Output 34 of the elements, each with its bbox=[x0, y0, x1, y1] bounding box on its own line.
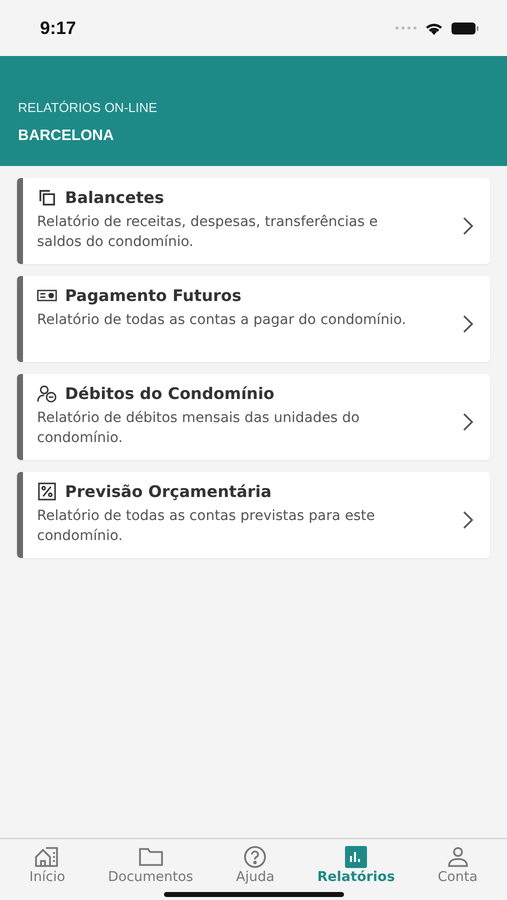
report-card[interactable]: Débitos do Condomínio Relatório de débitos mensais das unidades do condomínio. bbox=[17, 374, 490, 460]
report-title: Previsão Orçamentária bbox=[65, 482, 272, 501]
chevron-right-icon bbox=[462, 216, 474, 236]
home-icon bbox=[34, 846, 60, 868]
report-title: Pagamento Futuros bbox=[65, 286, 242, 305]
person-minus-icon bbox=[37, 384, 57, 403]
chevron-right-icon bbox=[462, 412, 474, 432]
tab-item[interactable]: Ajuda bbox=[230, 839, 280, 900]
tab-item[interactable]: Conta bbox=[432, 839, 484, 900]
report-card[interactable]: Previsão Orçamentária Relatório de todas as contas previstas para este condomínio. bbox=[17, 472, 490, 558]
report-title: Balancetes bbox=[65, 188, 164, 207]
header-subtitle: RELATÓRIOS ON-LINE bbox=[18, 100, 158, 115]
report-title: Débitos do Condomínio bbox=[65, 384, 274, 403]
chevron-right-icon bbox=[462, 510, 474, 530]
chevron-right-icon bbox=[462, 314, 474, 334]
copy-icon bbox=[37, 188, 57, 207]
report-description: Relatório de todas as contas a pagar do condomínio. bbox=[37, 311, 407, 330]
tab-item[interactable]: Documentos bbox=[102, 839, 200, 900]
header-title: BARCELONA bbox=[18, 127, 115, 144]
wifi-icon bbox=[425, 22, 443, 34]
report-description: Relatório de todas as contas previstas para este condomínio. bbox=[37, 507, 376, 546]
report-description: Relatório de débitos mensais das unidades do condomínio. bbox=[37, 409, 361, 448]
report-description: Relatório de receitas, despesas, transferências e saldos do condomínio. bbox=[37, 213, 379, 252]
battery-icon bbox=[451, 22, 479, 34]
folder-icon bbox=[138, 846, 164, 868]
tab-item[interactable]: Início bbox=[23, 839, 72, 900]
tab-item[interactable]: Relatórios bbox=[311, 839, 401, 900]
signal-icon bbox=[395, 26, 417, 30]
percent-icon bbox=[37, 482, 57, 501]
bar-chart-icon bbox=[343, 846, 370, 868]
help-icon bbox=[242, 846, 268, 868]
status-time: 9:17 bbox=[40, 18, 76, 38]
report-card[interactable]: Pagamento Futuros Relatório de todas as contas a pagar do condomínio. bbox=[17, 276, 490, 362]
report-card[interactable]: Balancetes Relatório de receitas, despesas, transferências e saldos do condomínio. bbox=[17, 178, 490, 264]
